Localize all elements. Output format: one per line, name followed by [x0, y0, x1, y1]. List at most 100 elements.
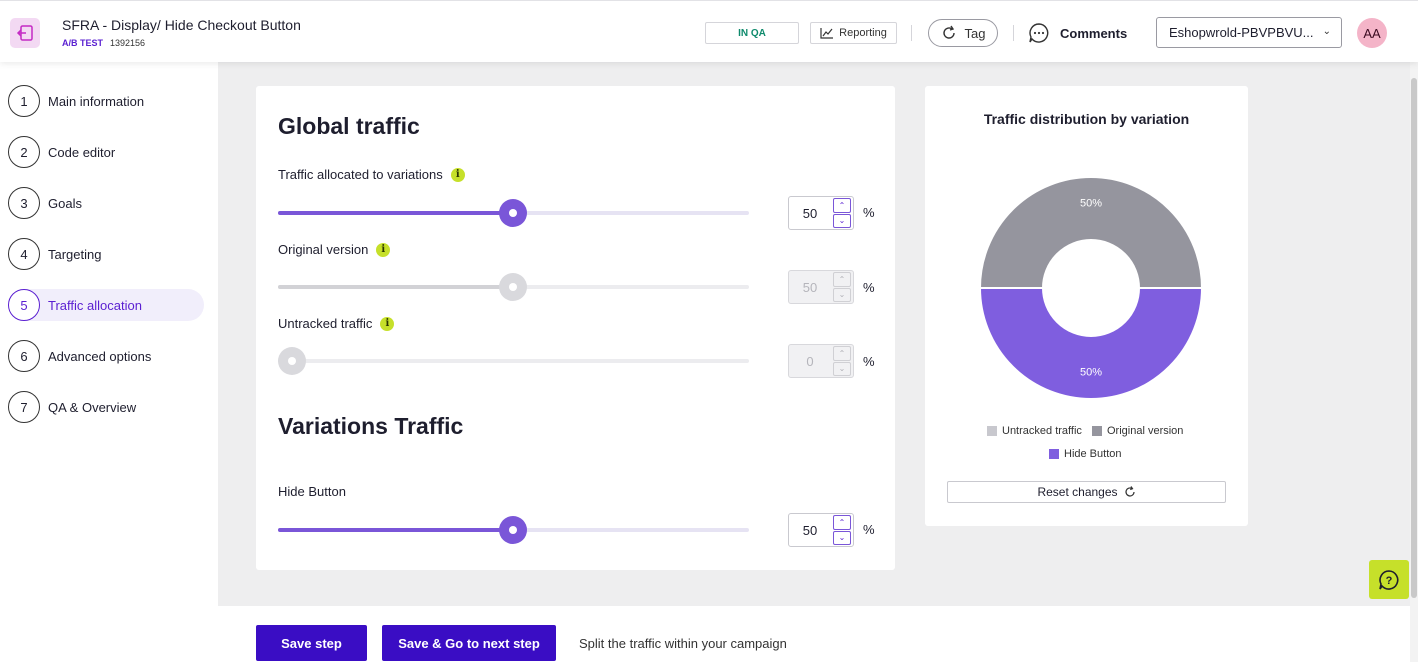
exit-icon — [16, 25, 33, 41]
step-label: Code editor — [48, 144, 116, 160]
divider — [1013, 25, 1014, 41]
footer-hint: Split the traffic within your campaign — [579, 636, 787, 651]
slider-fill — [278, 528, 513, 532]
original-label: Original version — [278, 242, 369, 257]
variation-slider[interactable] — [278, 516, 749, 544]
slider-thumb[interactable] — [499, 516, 527, 544]
legend-label: Hide Button — [1064, 448, 1122, 460]
sidebar-step-targeting[interactable]: 4 Targeting — [8, 238, 204, 270]
increment-icon[interactable]: ⌃ — [833, 198, 851, 213]
sidebar-step-main-information[interactable]: 1 Main information — [8, 85, 204, 117]
donut-slice-label: 50% — [1080, 198, 1102, 210]
sidebar-step-code-editor[interactable]: 2 Code editor — [8, 136, 204, 168]
legend-swatch — [1092, 426, 1102, 436]
donut-slice-label: 50% — [1080, 367, 1102, 379]
global-traffic-heading: Global traffic — [278, 113, 420, 139]
sidebar-step-goals[interactable]: 3 Goals — [8, 187, 204, 219]
step-label: QA & Overview — [48, 399, 137, 415]
allocated-value[interactable]: 50 — [789, 197, 831, 229]
step-number: 3 — [8, 187, 40, 219]
legend-item-original: Original version — [1092, 425, 1183, 437]
info-icon[interactable]: i — [450, 167, 465, 182]
chevron-down-icon: ⌄ — [1322, 26, 1331, 37]
campaign-type: A/B TEST — [62, 38, 104, 48]
variation-value[interactable]: 50 — [789, 514, 831, 546]
allocated-label-row: Traffic allocated to variations i — [278, 167, 465, 182]
legend-swatch — [987, 426, 997, 436]
comments-button[interactable]: Comments — [1028, 21, 1127, 45]
save-next-button[interactable]: Save & Go to next step — [382, 625, 556, 661]
legend-swatch — [1049, 449, 1059, 459]
legend-label: Original version — [1107, 425, 1184, 437]
campaign-title: SFRA - Display/ Hide Checkout Button — [62, 17, 301, 33]
scrollbar-thumb[interactable] — [1411, 78, 1417, 598]
decrement-icon: ⌄ — [833, 287, 851, 302]
reset-changes-button[interactable]: Reset changes — [947, 481, 1226, 503]
decrement-icon[interactable]: ⌄ — [833, 213, 851, 228]
reporting-button[interactable]: Reporting — [810, 22, 897, 44]
step-number: 4 — [8, 238, 40, 270]
svg-text:?: ? — [1386, 575, 1393, 587]
slider-thumb — [278, 347, 306, 375]
step-label: Advanced options — [48, 348, 152, 364]
allocated-slider[interactable] — [278, 199, 749, 227]
increment-icon[interactable]: ⌃ — [833, 515, 851, 530]
top-header: SFRA - Display/ Hide Checkout Button A/B… — [0, 0, 1418, 62]
question-icon: ? — [1379, 569, 1399, 590]
comments-label: Comments — [1060, 25, 1128, 41]
allocated-stepper[interactable]: 50 ⌃ ⌄ — [788, 196, 854, 230]
reset-icon — [1124, 486, 1135, 497]
page-scrollbar[interactable] — [1410, 0, 1418, 662]
back-button[interactable] — [10, 18, 40, 48]
untracked-value: 0 — [806, 353, 814, 369]
info-icon[interactable]: i — [376, 242, 391, 257]
legend-item-hide-button: Hide Button — [1049, 448, 1121, 460]
avatar[interactable]: AA — [1357, 18, 1387, 48]
step-number: 5 — [8, 289, 40, 321]
increment-icon: ⌃ — [833, 346, 851, 361]
variation-stepper[interactable]: 50 ⌃ ⌄ — [788, 513, 854, 547]
steps-sidebar: 1 Main information 2 Code editor 3 Goals… — [0, 62, 218, 662]
account-select[interactable]: Eshopwrold-PBVPBVU... ⌄ — [1156, 17, 1342, 48]
percent-unit: % — [863, 522, 875, 537]
untracked-label-row: Untracked traffic i — [278, 316, 395, 331]
slider-fill — [278, 211, 513, 215]
reporting-label: Reporting — [839, 27, 887, 39]
legend-label: Untracked traffic — [1002, 425, 1082, 437]
donut-chart: 50% 50% — [978, 176, 1204, 400]
variation-label: Hide Button — [278, 484, 346, 499]
comment-icon — [1029, 23, 1049, 43]
step-label: Goals — [48, 195, 82, 211]
percent-unit: % — [863, 354, 875, 369]
step-number: 1 — [8, 85, 40, 117]
donut-slice-original-version[interactable] — [978, 176, 1204, 289]
slider-fill — [278, 285, 513, 289]
decrement-icon[interactable]: ⌄ — [833, 530, 851, 545]
step-number: 7 — [8, 391, 40, 423]
campaign-id: 1392156 — [110, 38, 146, 48]
info-icon[interactable]: i — [380, 316, 395, 331]
sidebar-step-qa-overview[interactable]: 7 QA & Overview — [8, 391, 204, 423]
step-number: 6 — [8, 340, 40, 372]
donut-slice-hide-button[interactable] — [978, 287, 1204, 400]
sidebar-step-traffic-allocation[interactable]: 5 Traffic allocation — [8, 289, 204, 321]
variation-label-row: Hide Button — [278, 484, 346, 499]
sidebar-step-advanced-options[interactable]: 6 Advanced options — [8, 340, 204, 372]
increment-icon: ⌃ — [833, 272, 851, 287]
tag-button[interactable]: Tag — [928, 19, 998, 47]
slider-thumb[interactable] — [499, 199, 527, 227]
original-slider — [278, 273, 749, 301]
step-number: 2 — [8, 136, 40, 168]
help-button[interactable]: ? — [1369, 560, 1409, 599]
original-stepper: 50 ⌃ ⌄ — [788, 270, 854, 304]
tag-label: Tag — [964, 25, 986, 41]
chart-line-icon — [820, 28, 834, 39]
refresh-icon — [942, 25, 955, 39]
step-label: Traffic allocation — [48, 297, 142, 313]
untracked-label: Untracked traffic — [278, 316, 373, 331]
chart-title: Traffic distribution by variation — [983, 111, 1190, 127]
status-badge[interactable]: IN QA — [705, 22, 799, 44]
save-step-button[interactable]: Save step — [256, 625, 367, 661]
legend-item-untracked: Untracked traffic — [987, 425, 1082, 437]
untracked-slider — [278, 347, 749, 375]
